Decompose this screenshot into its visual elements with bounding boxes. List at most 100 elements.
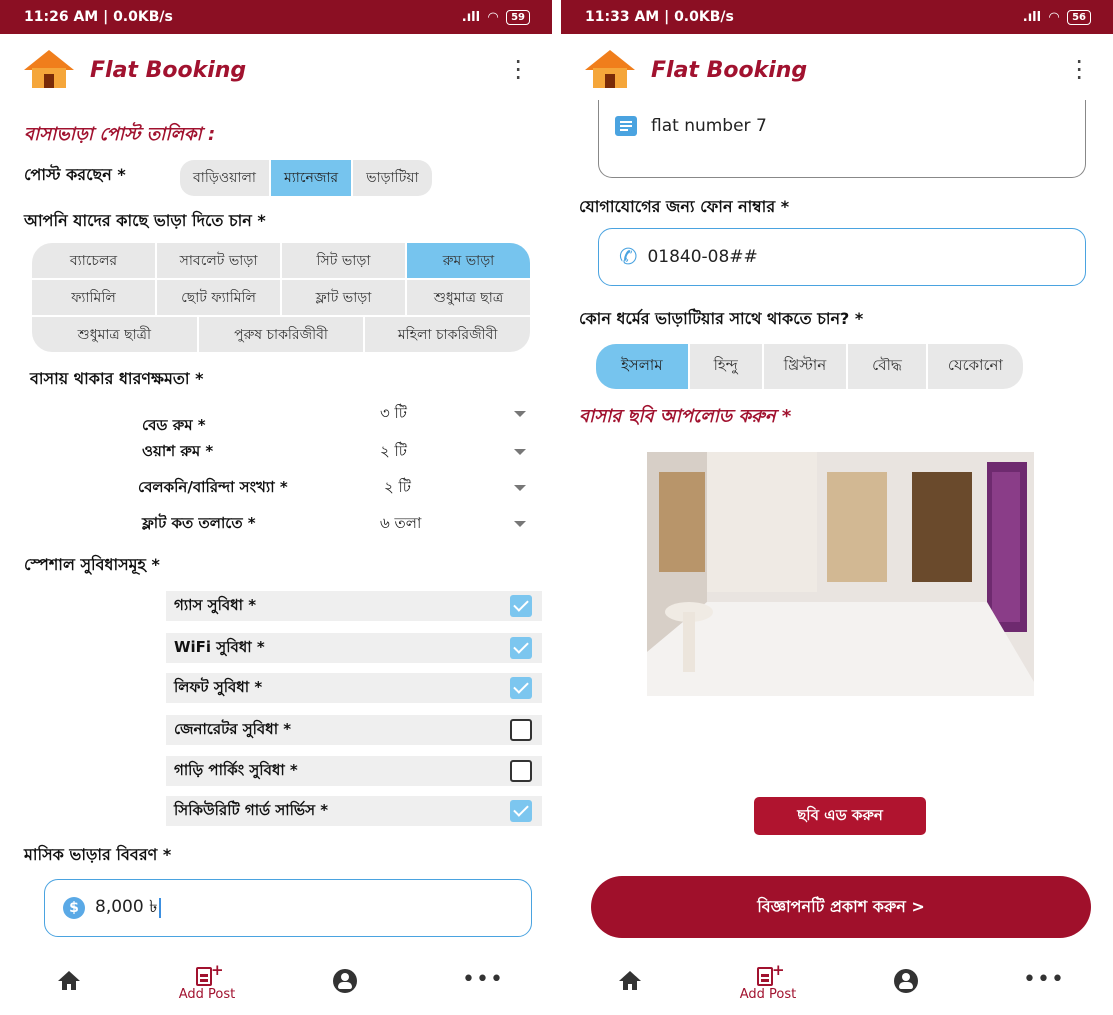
tenant-option[interactable]: সিট ভাড়া [282,243,407,278]
status-time: 11:26 AM | 0.0KB/s [24,9,173,25]
religion-option-christian[interactable]: খ্রিস্টান [764,344,849,389]
capacity-row[interactable]: বেলকনি/বারিন্দা সংখ্যা * ২ টি [0,474,552,502]
nav-home[interactable] [19,963,119,991]
tenant-option[interactable]: শুধুমাত্র ছাত্র [407,280,530,315]
nav-profile[interactable] [295,963,395,993]
tenant-option[interactable]: সাবলেট ভাড়া [157,243,282,278]
checkbox-checked-icon[interactable] [510,595,532,617]
rent-label: মাসিক ভাড়ার বিবরণ * [24,845,172,864]
capacity-row-value: ২ টি [384,477,411,496]
right-screen: 11:33 AM | 0.0KB/s .ıll ◠ 56 Flat Bookin… [561,0,1113,1015]
phone-icon: ✆ [619,244,638,270]
house-logo-icon [24,50,74,90]
capacity-row[interactable]: বেড রুম * ৩ টি [0,400,552,434]
wifi-icon: ◠ [1049,9,1060,25]
more-dots-icon: ••• [1023,967,1065,992]
user-icon [894,969,918,993]
facility-row-lift[interactable]: লিফট সুবিধা * [166,673,542,703]
message-icon [615,116,637,136]
checkbox-unchecked-icon[interactable] [510,760,532,782]
religion-option-hindu[interactable]: হিন্দু [690,344,764,389]
nav-add-post[interactable]: + Add Post [718,961,818,1002]
user-icon [333,969,357,993]
tenant-type-label: আপনি যাদের কাছে ভাড়া দিতে চান * [24,211,266,230]
wifi-icon: ◠ [488,9,499,25]
tenant-option-selected[interactable]: রুম ভাড়া [407,243,530,278]
capacity-row-label: বেলকনি/বারিন্দা সংখ্যা * [138,477,288,496]
tenant-option[interactable]: ফ্যামিলি [32,280,157,315]
poster-option-tenant[interactable]: ভাড়াটিয়া [353,160,432,196]
bottom-navigation: + Add Post ••• [0,951,552,1015]
capacity-row[interactable]: ওয়াশ রুম * ২ টি [0,438,552,466]
capacity-row-label: ফ্লাট কত তলাতে * [142,513,256,532]
nav-profile[interactable] [856,963,956,993]
status-bar: 11:33 AM | 0.0KB/s .ıll ◠ 56 [561,0,1113,34]
app-title: Flat Booking [90,57,247,83]
phone-label: যোগাযোগের জন্য ফোন নাম্বার * [579,197,790,216]
poster-segmented-control: বাড়িওয়ালা ম্যানেজার ভাড়াটিয়া [180,160,432,196]
facility-row-gas[interactable]: গ্যাস সুবিধা * [166,591,542,621]
dropdown-caret-icon [514,411,526,417]
section-title: বাসাভাড়া পোস্ট তালিকা : [24,124,216,145]
dropdown-caret-icon [514,449,526,455]
checkbox-unchecked-icon[interactable] [510,719,532,741]
dollar-icon: $ [63,897,85,919]
nav-home[interactable] [580,963,680,991]
religion-option-buddhist[interactable]: বৌদ্ধ [848,344,928,389]
religion-option-any[interactable]: যেকোনো [928,344,1023,389]
capacity-row-value: ৬ তলা [380,513,422,532]
facility-row-parking[interactable]: গাড়ি পার্কিং সুবিধা * [166,756,542,786]
status-bar: 11:26 AM | 0.0KB/s .ıll ◠ 59 [0,0,552,34]
facility-row-wifi[interactable]: WiFi সুবিধা * [166,633,542,663]
rent-input[interactable]: $ 8,000 ৳ [44,879,532,937]
text-cursor [158,898,161,918]
nav-more[interactable]: ••• [994,963,1094,992]
left-screen: 11:26 AM | 0.0KB/s .ıll ◠ 59 Flat Bookin… [0,0,552,1015]
tenant-option[interactable]: পুরুষ চাকরিজীবী [199,317,366,352]
capacity-row-label: ওয়াশ রুম * [142,441,214,460]
rent-value: 8,000 ৳ [95,897,158,917]
facilities-label: স্পেশাল সুবিধাসমূহ * [24,555,160,574]
address-textarea[interactable]: flat number 7 [598,100,1086,178]
overflow-menu-icon[interactable]: · · · [1075,50,1083,90]
tenant-option[interactable]: ছোট ফ্যামিলি [157,280,282,315]
app-bar: Flat Booking · · · [561,34,1113,106]
tenant-type-grid: ব্যাচেলর সাবলেট ভাড়া সিট ভাড়া রুম ভাড়… [32,243,530,352]
religion-segmented-control: ইসলাম হিন্দু খ্রিস্টান বৌদ্ধ যেকোনো [596,344,1023,389]
house-logo-icon [585,50,635,90]
poster-option-manager[interactable]: ম্যানেজার [270,160,354,196]
nav-add-post[interactable]: + Add Post [157,961,257,1002]
add-photo-button[interactable]: ছবি এড করুন [754,797,926,835]
tenant-option[interactable]: শুধুমাত্র ছাত্রী [32,317,199,352]
tenant-option[interactable]: ব্যাচেলর [32,243,157,278]
signal-icon: .ıll [461,9,481,25]
religion-option-islam[interactable]: ইসলাম [596,344,690,389]
nav-add-post-label: Add Post [178,987,236,1002]
publish-button[interactable]: বিজ্ঞাপনটি প্রকাশ করুন > [591,876,1091,938]
capacity-row-value: ৩ টি [380,403,407,422]
overflow-menu-icon[interactable]: · · · [514,50,522,90]
facility-row-security[interactable]: সিকিউরিটি গার্ড সার্ভিস * [166,796,542,826]
home-icon [58,971,80,991]
capacity-label: বাসায় থাকার ধারণক্ষমতা * [30,369,204,388]
poster-option-landlord[interactable]: বাড়িওয়ালা [180,160,271,196]
address-value: flat number 7 [651,116,767,136]
add-post-icon: + [757,961,785,987]
home-icon [619,971,641,991]
checkbox-checked-icon[interactable] [510,677,532,699]
facility-row-generator[interactable]: জেনারেটর সুবিধা * [166,715,542,745]
phone-value: 01840-08## [647,247,758,267]
capacity-row[interactable]: ফ্লাট কত তলাতে * ৬ তলা [0,510,552,538]
status-time: 11:33 AM | 0.0KB/s [585,9,734,25]
tenant-option[interactable]: ফ্লাট ভাড়া [282,280,407,315]
upload-title: বাসার ছবি আপলোড করুন * [579,406,792,427]
more-dots-icon: ••• [462,967,504,992]
flat-photo [647,452,1034,696]
room-image-icon [647,452,1034,696]
nav-more[interactable]: ••• [433,963,533,992]
dropdown-caret-icon [514,485,526,491]
phone-input[interactable]: ✆ 01840-08## [598,228,1086,286]
tenant-option[interactable]: মহিলা চাকরিজীবী [365,317,530,352]
checkbox-checked-icon[interactable] [510,637,532,659]
checkbox-checked-icon[interactable] [510,800,532,822]
